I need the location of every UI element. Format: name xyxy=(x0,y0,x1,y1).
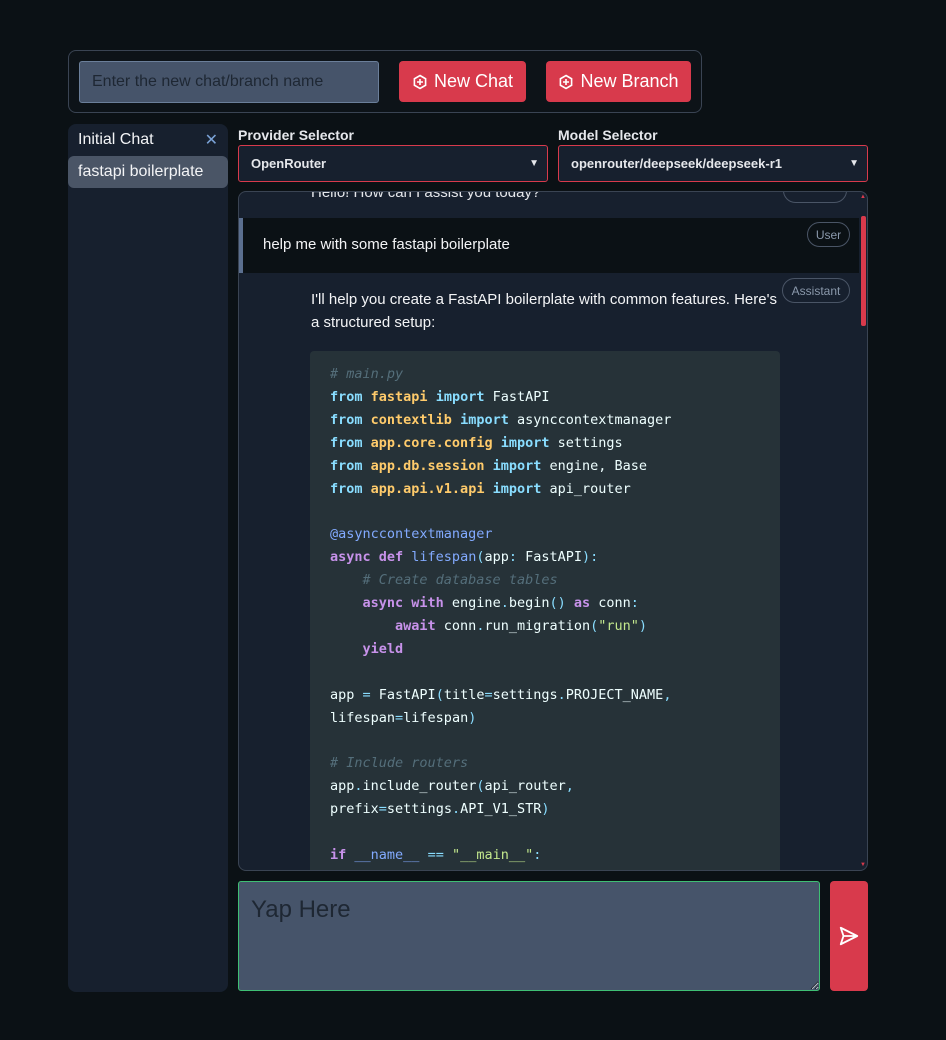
provider-selector-label: Provider Selector xyxy=(238,127,354,143)
scroll-thumb[interactable] xyxy=(861,216,866,326)
chat-name-input[interactable] xyxy=(79,61,379,103)
chat-sidebar: Initial Chat ✕ fastapi boilerplate xyxy=(68,124,228,992)
sidebar-item-initial-chat[interactable]: Initial Chat ✕ xyxy=(68,124,228,156)
scroll-up-icon[interactable]: ▲ xyxy=(860,194,866,200)
plus-circle-icon xyxy=(413,74,427,89)
model-selector-label: Model Selector xyxy=(558,127,658,143)
user-message: help me with some fastapi boilerplate xyxy=(239,218,859,273)
new-chat-button[interactable]: New Chat xyxy=(399,61,526,102)
user-badge: User xyxy=(807,222,850,247)
chat-scrollbar[interactable]: ▲ ▼ xyxy=(859,192,867,870)
scroll-down-icon[interactable]: ▼ xyxy=(860,862,866,868)
model-select-value: openrouter/deepseek/deepseek-r1 xyxy=(571,156,782,171)
role-badge xyxy=(783,192,847,203)
provider-select[interactable]: OpenRouter ▼ xyxy=(238,145,548,182)
model-select[interactable]: openrouter/deepseek/deepseek-r1 ▼ xyxy=(558,145,868,182)
code-block: # main.py from fastapi import FastAPI fr… xyxy=(310,351,780,870)
new-branch-button[interactable]: New Branch xyxy=(546,61,691,102)
new-chat-label: New Chat xyxy=(433,71,514,91)
assistant-message-text: I'll help you create a FastAPI boilerpla… xyxy=(311,291,777,331)
send-icon xyxy=(839,926,859,946)
chat-messages[interactable]: Hello! How can I assist you today? help … xyxy=(238,191,868,871)
top-bar: New Chat New Branch xyxy=(68,50,702,113)
sidebar-item-fastapi-boilerplate[interactable]: fastapi boilerplate xyxy=(68,156,228,188)
assistant-message-partial: Hello! How can I assist you today? xyxy=(311,191,541,201)
send-button[interactable] xyxy=(830,881,868,991)
sidebar-item-label: Initial Chat xyxy=(78,131,154,148)
caret-down-icon: ▼ xyxy=(529,158,539,169)
provider-select-value: OpenRouter xyxy=(251,156,327,171)
sidebar-item-label: fastapi boilerplate xyxy=(78,163,204,180)
caret-down-icon: ▼ xyxy=(849,158,859,169)
user-message-text: help me with some fastapi boilerplate xyxy=(263,236,510,253)
new-branch-label: New Branch xyxy=(580,71,679,91)
close-icon[interactable]: ✕ xyxy=(205,130,218,150)
assistant-badge: Assistant xyxy=(782,278,850,303)
plus-circle-icon xyxy=(560,74,573,89)
message-input[interactable] xyxy=(238,881,820,991)
